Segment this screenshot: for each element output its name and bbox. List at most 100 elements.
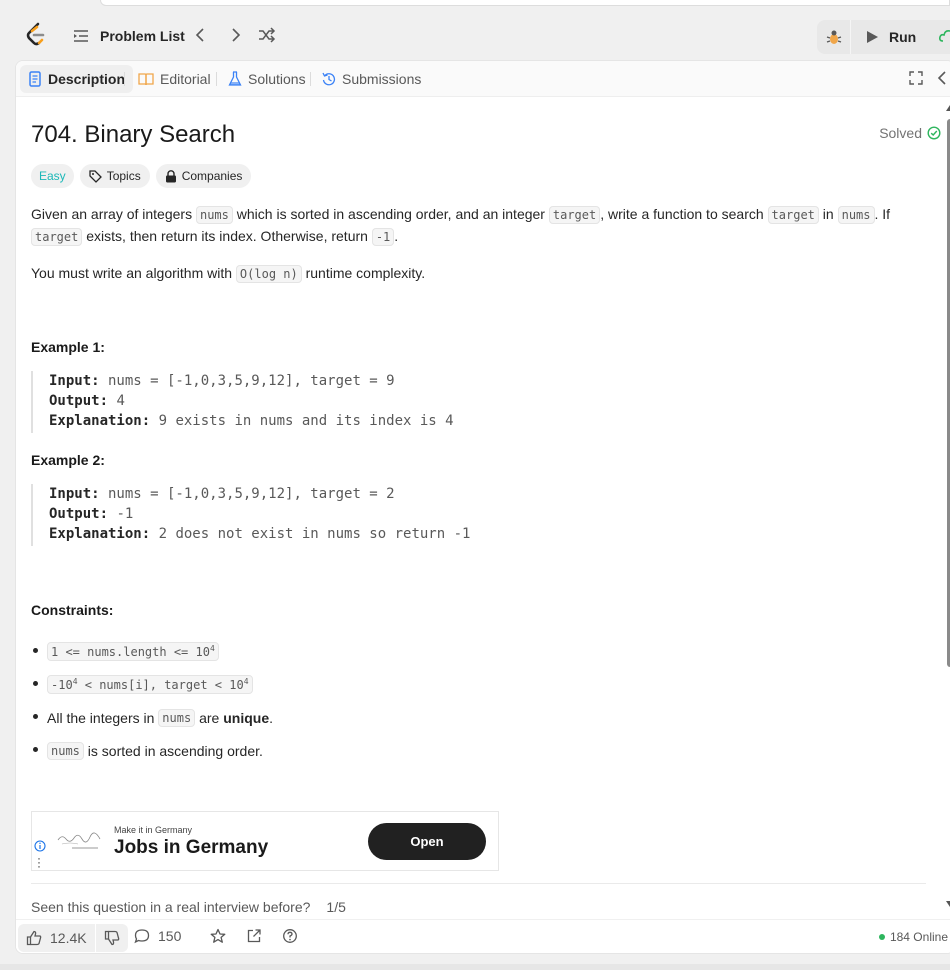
tab-solutions[interactable]: Solutions: [220, 65, 314, 93]
comments-button[interactable]: 150: [134, 928, 181, 944]
tab-editorial[interactable]: Editorial: [130, 65, 219, 93]
problem-list-button[interactable]: Problem List: [72, 25, 185, 47]
ad-open-button[interactable]: Open: [368, 823, 486, 860]
browser-top-strip: [0, 0, 950, 8]
scroll-down-arrow[interactable]: [946, 901, 950, 907]
online-dot-icon: [878, 934, 885, 940]
complexity-note: You must write an algorithm with O(log n…: [31, 263, 911, 285]
problem-title[interactable]: 704. Binary Search: [31, 121, 235, 149]
desc-text: You must write an algorithm with: [31, 265, 236, 281]
more-options-icon[interactable]: · · ·: [37, 852, 41, 872]
difficulty-badge: Easy: [31, 164, 74, 188]
run-toolbar: Run: [817, 20, 950, 54]
desc-text: Given an array of integers: [31, 206, 196, 222]
random-problem-button[interactable]: [258, 26, 276, 44]
browser-tab-edge: [100, 0, 950, 6]
output-value: 4: [108, 393, 125, 409]
constraint-code: -104 < nums[i], target < 104: [47, 675, 253, 694]
example-1-heading: Example 1:: [31, 339, 105, 355]
ad-headline: Jobs in Germany: [114, 837, 269, 858]
content-scrollbar[interactable]: [946, 101, 950, 909]
divider: [31, 883, 926, 884]
output-label: Output:: [49, 393, 109, 409]
comment-icon: [134, 929, 150, 944]
vote-group: 12.4K: [18, 924, 128, 952]
tab-solutions-label: Solutions: [248, 71, 306, 87]
help-button[interactable]: [282, 928, 298, 944]
constraint-item: -104 < nums[i], target < 104: [31, 668, 911, 701]
scroll-up-arrow[interactable]: [946, 105, 950, 111]
chevron-left-icon[interactable]: [934, 70, 950, 86]
tab-submissions[interactable]: Submissions: [314, 65, 429, 93]
example-2-block: Input: nums = [-1,0,3,5,9,12], target = …: [31, 484, 911, 546]
solved-label: Solved: [879, 125, 922, 141]
constraint-text: .: [269, 709, 273, 726]
run-label: Run: [889, 29, 917, 45]
output-label: Output:: [49, 506, 109, 522]
share-button[interactable]: [246, 928, 262, 944]
tab-separator: [216, 72, 217, 86]
constraint-bold: unique: [223, 709, 270, 726]
problem-description: Given an array of integers nums which is…: [31, 204, 911, 248]
cloud-submit-icon[interactable]: [939, 27, 950, 45]
play-icon: [867, 31, 878, 43]
tag-icon: [89, 169, 102, 183]
shuffle-icon: [259, 27, 276, 43]
document-icon: [29, 71, 41, 87]
lock-icon: [165, 169, 176, 182]
tab-description-label: Description: [48, 71, 126, 87]
problem-list-label: Problem List: [100, 28, 185, 44]
example-2-explanation: Explanation: 2 does not exist in nums so…: [49, 524, 911, 544]
explanation-value: 2 does not exist in nums so return -1: [150, 526, 471, 542]
constraint-item: All the integers in nums are unique.: [31, 701, 911, 734]
example-2-output: Output: -1: [49, 504, 911, 524]
code-target: target: [767, 206, 819, 224]
interview-survey[interactable]: Seen this question in a real interview b…: [31, 899, 346, 915]
constraint-code: 1 <= nums.length <= 104: [47, 642, 219, 661]
desc-text: , write a function to search: [600, 206, 768, 222]
code-complexity: O(log n): [235, 265, 302, 283]
book-icon: [138, 73, 154, 86]
tab-description[interactable]: Description: [20, 65, 134, 93]
tab-editorial-label: Editorial: [160, 71, 211, 87]
survey-question: Seen this question in a real interview b…: [31, 899, 311, 915]
desc-text: runtime complexity.: [301, 265, 426, 281]
companies-button[interactable]: Companies: [155, 164, 252, 188]
output-value: -1: [108, 506, 134, 522]
survey-counter: 1/5: [326, 899, 346, 915]
tab-separator: [124, 72, 125, 86]
ad-small-text: Make it in Germany: [114, 825, 193, 835]
input-value: nums = [-1,0,3,5,9,12], target = 9: [99, 373, 395, 389]
thumbs-down-icon: [104, 930, 119, 946]
solved-status: Solved: [879, 125, 941, 141]
favorite-button[interactable]: [210, 928, 226, 944]
check-circle-icon: [927, 126, 941, 140]
run-button[interactable]: Run: [851, 20, 916, 54]
topics-label: Topics: [106, 169, 141, 183]
question-circle-icon: [283, 929, 297, 943]
next-problem-button[interactable]: [226, 26, 244, 44]
advertisement-banner[interactable]: · · · Make it in Germany Jobs in Germany O…: [31, 811, 499, 872]
fullscreen-icon[interactable]: [908, 70, 924, 86]
explanation-label: Explanation:: [49, 413, 151, 429]
topics-button[interactable]: Topics: [79, 164, 150, 188]
explanation-value: 9 exists in nums and its index is 4: [150, 413, 454, 429]
code-target: target: [548, 206, 601, 224]
problem-content: 704. Binary Search Solved Easy Topics Co…: [31, 97, 941, 937]
example-2-input: Input: nums = [-1,0,3,5,9,12], target = …: [49, 484, 911, 504]
online-count: 184 Online: [889, 930, 948, 944]
dislike-button[interactable]: [96, 924, 128, 952]
leetcode-logo-icon[interactable]: [24, 22, 48, 48]
desc-text: exists, then return its index. Otherwise…: [82, 228, 372, 244]
code-nums: nums: [837, 206, 875, 224]
comment-count: 150: [158, 928, 182, 944]
bottom-border: [0, 964, 950, 970]
prev-problem-button[interactable]: [192, 26, 210, 44]
like-button[interactable]: 12.4K: [18, 924, 96, 952]
constraint-text: are: [199, 709, 220, 726]
online-counter: 184 Online: [878, 930, 948, 944]
problem-panel: Description Editorial Solutions Submissi…: [15, 60, 950, 954]
debug-button[interactable]: [817, 20, 851, 54]
code-nums: nums: [195, 206, 233, 224]
chevron-right-icon: [232, 28, 241, 42]
